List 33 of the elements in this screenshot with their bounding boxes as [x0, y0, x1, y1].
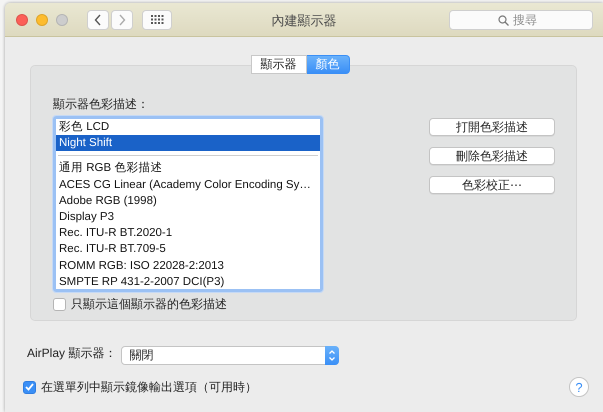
airplay-label: AirPlay 顯示器： — [27, 345, 116, 362]
show-all-button[interactable] — [142, 10, 172, 30]
airplay-popup[interactable]: 關閉 — [121, 346, 340, 364]
list-label: 顯示器色彩描述： — [53, 96, 150, 113]
profile-item[interactable]: Rec. ITU-R BT.2020-1 — [56, 225, 320, 242]
profile-item[interactable]: Rec. ITU-R BT.709-5 — [56, 241, 320, 258]
tab[interactable]: 顯示器 — [250, 55, 306, 74]
action-button[interactable]: 色彩校正⋯ — [429, 176, 555, 194]
checkbox-label: 在選單列中顯示鏡像輸出選項（可用時） — [41, 378, 257, 396]
search-field[interactable]: 搜尋 — [449, 10, 593, 30]
close-button[interactable] — [16, 14, 28, 26]
profile-item[interactable]: Display P3 — [56, 208, 320, 226]
checkmark-icon — [25, 383, 34, 391]
action-button[interactable]: 刪除色彩描述 — [429, 147, 555, 165]
profile-item[interactable]: SMPTE RP 431-2-2007 DCI(P3) — [56, 274, 320, 289]
window-title: 內建顯示器 — [272, 12, 336, 30]
grid-icon — [150, 15, 164, 24]
checkbox-label: 只顯示這個顯示器的色彩描述 — [71, 296, 227, 313]
minimize-button[interactable] — [36, 14, 48, 26]
checkbox[interactable] — [53, 298, 66, 311]
back-button[interactable] — [87, 10, 109, 30]
profile-item[interactable]: 通用 RGB 色彩描述 — [56, 160, 320, 177]
profile-item[interactable]: ACES CG Linear (Academy Color Encoding Sy… — [56, 176, 320, 193]
action-button[interactable]: 打開色彩描述 — [429, 118, 555, 136]
profile-item[interactable]: Adobe RGB (1998) — [56, 192, 320, 209]
checkbox[interactable] — [23, 380, 36, 394]
profile-item[interactable]: 彩色 LCD — [56, 119, 320, 136]
chevron-left-icon — [94, 14, 102, 26]
search-icon — [498, 14, 509, 26]
chevron-right-icon — [118, 14, 126, 26]
profile-item[interactable]: Night Shift — [56, 135, 320, 152]
zoom-button[interactable] — [56, 14, 68, 26]
profile-item[interactable]: ROMM RGB: ISO 22028-2:2013 — [56, 258, 320, 274]
